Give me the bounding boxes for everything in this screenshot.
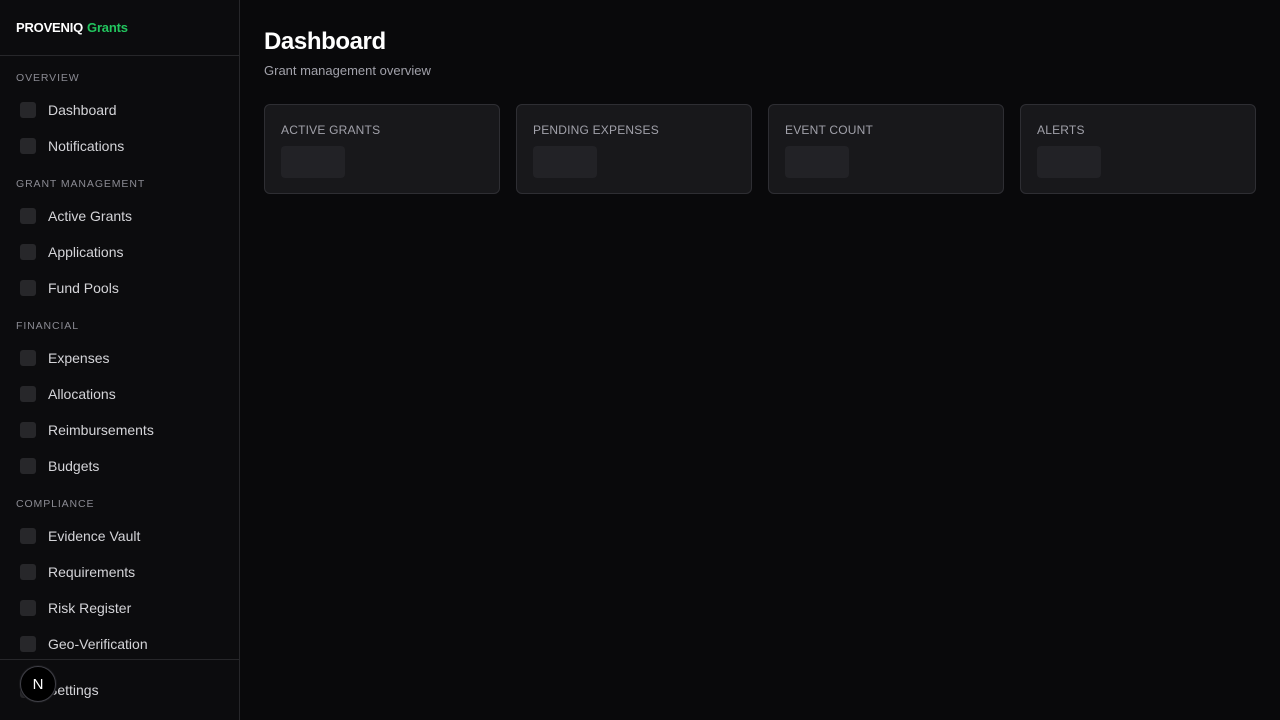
sidebar-item-fund-pools[interactable]: Fund Pools [0, 270, 239, 306]
sidebar-item-label: Allocations [48, 386, 116, 402]
stat-card-pending-expenses: PENDING EXPENSES [516, 104, 752, 194]
sidebar-item-reimbursements[interactable]: Reimbursements [0, 412, 239, 448]
brand-name: PROVENIQ [16, 20, 84, 35]
sidebar-nav: OVERVIEW Dashboard Notifications GRANT M… [0, 56, 239, 662]
sidebar: PROVENIQ Grants OVERVIEW Dashboard Notif… [0, 0, 240, 720]
sidebar-item-applications[interactable]: Applications [0, 234, 239, 270]
dashboard-icon [20, 102, 36, 118]
sidebar-item-label: Expenses [48, 350, 110, 366]
active-grants-icon [20, 208, 36, 224]
stat-cards: ACTIVE GRANTS PENDING EXPENSES EVENT COU… [264, 104, 1256, 194]
stat-value-skeleton [785, 146, 849, 178]
sidebar-item-label: Requirements [48, 564, 136, 580]
page-subtitle: Grant management overview [264, 63, 431, 78]
sidebar-item-label: Active Grants [48, 208, 133, 224]
sidebar-item-label: Evidence Vault [48, 528, 141, 544]
nav-section-financial: FINANCIAL Expenses Allocations Reimburse… [0, 318, 239, 484]
sidebar-item-expenses[interactable]: Expenses [0, 340, 239, 376]
main-content: Dashboard Grant management overview ACTI… [240, 0, 1280, 720]
evidence-vault-icon [20, 528, 36, 544]
brand-logo[interactable]: PROVENIQ Grants [0, 0, 239, 56]
stat-card-active-grants: ACTIVE GRANTS [264, 104, 500, 194]
stat-card-alerts: ALERTS [1020, 104, 1256, 194]
page-title: Dashboard [264, 28, 386, 55]
stat-card-label: PENDING EXPENSES [533, 123, 659, 137]
sidebar-item-requirements[interactable]: Requirements [0, 554, 239, 590]
stat-card-label: ACTIVE GRANTS [281, 123, 381, 137]
sidebar-item-active-grants[interactable]: Active Grants [0, 198, 239, 234]
sidebar-item-evidence-vault[interactable]: Evidence Vault [0, 518, 239, 554]
brand-accent: Grants [87, 20, 128, 35]
stat-value-skeleton [533, 146, 597, 178]
stat-card-label: EVENT COUNT [785, 123, 873, 137]
stat-card-event-count: EVENT COUNT [768, 104, 1004, 194]
sidebar-item-label: Budgets [48, 458, 100, 474]
reimbursements-icon [20, 422, 36, 438]
applications-icon [20, 244, 36, 260]
sidebar-item-label: Geo-Verification [48, 636, 148, 652]
sidebar-item-label: Risk Register [48, 600, 132, 616]
sidebar-item-geo-verification[interactable]: Geo-Verification [0, 626, 239, 662]
sidebar-item-label: Dashboard [48, 102, 117, 118]
sidebar-item-risk-register[interactable]: Risk Register [0, 590, 239, 626]
nav-section-overview: OVERVIEW Dashboard Notifications [0, 70, 239, 164]
fund-pools-icon [20, 280, 36, 296]
sidebar-item-allocations[interactable]: Allocations [0, 376, 239, 412]
section-label: GRANT MANAGEMENT [16, 178, 146, 190]
risk-register-icon [20, 600, 36, 616]
notifications-icon [20, 138, 36, 154]
dev-tools-badge[interactable]: N [20, 666, 56, 702]
sidebar-item-label: Notifications [48, 138, 125, 154]
allocations-icon [20, 386, 36, 402]
section-label: FINANCIAL [16, 320, 79, 332]
section-label: OVERVIEW [16, 72, 80, 84]
sidebar-item-dashboard[interactable]: Dashboard [0, 92, 239, 128]
section-label: COMPLIANCE [16, 498, 95, 510]
stat-value-skeleton [281, 146, 345, 178]
requirements-icon [20, 564, 36, 580]
nav-section-compliance: COMPLIANCE Evidence Vault Requirements R… [0, 496, 239, 662]
sidebar-item-settings[interactable]: Settings N [0, 659, 239, 720]
sidebar-item-label: Fund Pools [48, 280, 119, 296]
geo-verification-icon [20, 636, 36, 652]
nav-section-grant-management: GRANT MANAGEMENT Active Grants Applicati… [0, 176, 239, 306]
stat-card-label: ALERTS [1037, 123, 1085, 137]
sidebar-item-budgets[interactable]: Budgets [0, 448, 239, 484]
sidebar-item-notifications[interactable]: Notifications [0, 128, 239, 164]
sidebar-item-label: Reimbursements [48, 422, 154, 438]
stat-value-skeleton [1037, 146, 1101, 178]
expenses-icon [20, 350, 36, 366]
app-root: PROVENIQ Grants OVERVIEW Dashboard Notif… [0, 0, 1280, 720]
budgets-icon [20, 458, 36, 474]
sidebar-item-label: Applications [48, 244, 124, 260]
